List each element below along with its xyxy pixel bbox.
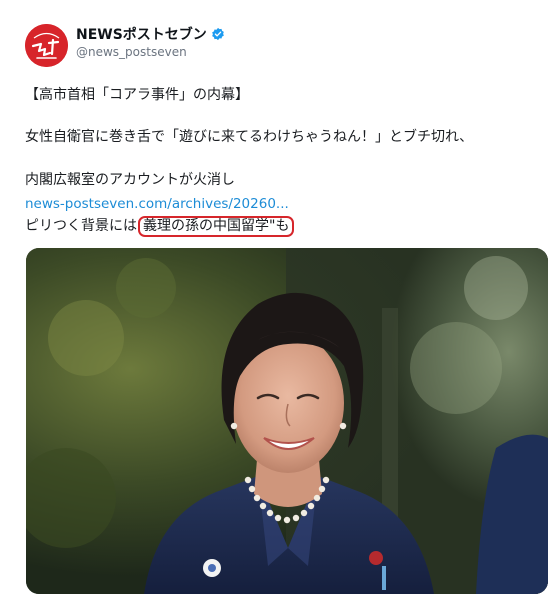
account-handle[interactable]: @news_postseven bbox=[76, 45, 187, 59]
highlighted-phrase: 義理の孫の中国留学"も bbox=[138, 216, 295, 237]
verified-badge-icon bbox=[211, 27, 224, 41]
photo-image bbox=[26, 248, 548, 594]
tweet-card: NEWSポストセブン @news_postseven 【高市首相「コアラ事件」の… bbox=[0, 0, 553, 599]
tweet-text-line-2: 女性自衛官に巻き舌で「遊びに来てるわけちゃうねん！」とブチ切れ、 bbox=[25, 129, 474, 145]
tweet-text-line-1: 【高市首相「コアラ事件」の内幕】 bbox=[25, 87, 249, 103]
news-postseven-logo-icon bbox=[25, 24, 68, 67]
tweet-text-line-3: 内閣広報室のアカウントが火消し bbox=[25, 172, 235, 188]
avatar[interactable] bbox=[25, 24, 68, 67]
tweet-text-line-5-prefix: ピリつく背景には bbox=[25, 218, 137, 234]
tweet-text-line-5: ピリつく背景には 義理の孫の中国留学"も bbox=[25, 216, 295, 237]
display-name[interactable]: NEWSポストセブン bbox=[76, 24, 207, 44]
article-link[interactable]: news-postseven.com/archives/20260... bbox=[25, 195, 289, 213]
account-name-row: NEWSポストセブン bbox=[76, 25, 225, 43]
tweet-photo[interactable] bbox=[26, 248, 548, 594]
